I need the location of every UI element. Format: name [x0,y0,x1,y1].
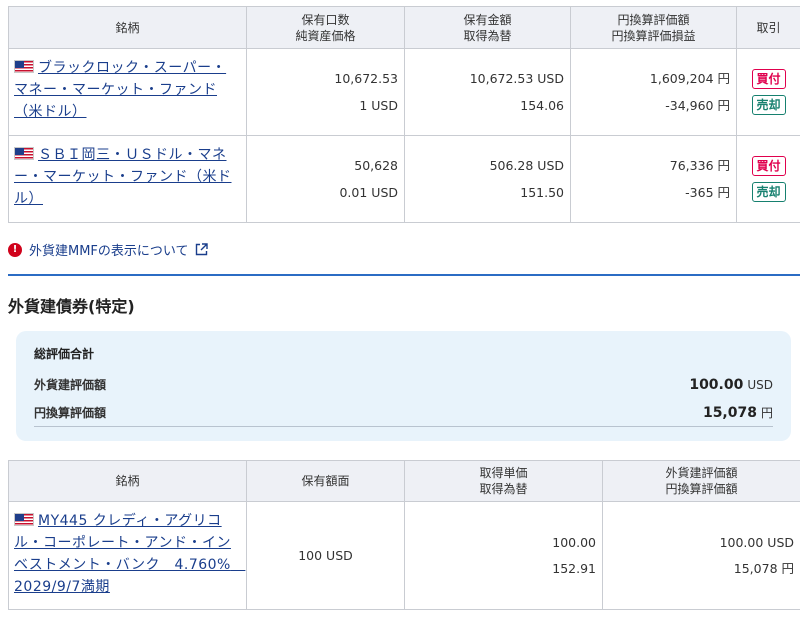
holding-amount-value: 506.28 USD [489,158,564,173]
table-header-row: 銘柄 保有口数 純資産価格 保有金額 取得為替 円換算評価額 円換算評価損益 取… [8,6,800,49]
jpy-cell: 1,609,204 円 -34,960 円 [570,48,737,136]
bond-name-link[interactable]: MY445 クレディ・アグリコル・コーポレート・アンド・インベストメント・バンク… [14,513,245,595]
section-title: 外貨建債券(特定) [8,297,135,316]
header-jpy-pl: 円換算評価損益 [611,28,696,43]
table-header-row: 銘柄 保有額面 取得単価 取得為替 外貨建評価額 円換算評価額 [8,460,800,502]
amount-cell: 10,672.53 USD 154.06 [404,48,571,136]
header-fx-rate: 取得為替 [463,28,512,43]
us-flag-icon [14,60,34,73]
header-face-amount: 保有額面 [246,460,405,502]
jpy-total-value: 15,078 [702,405,757,421]
jpy-pl-value: -365 円 [685,185,730,200]
header-jpy-value: 円換算評価額 [617,12,690,27]
table-row: MY445 クレディ・アグリコル・コーポレート・アンド・インベストメント・バンク… [8,501,800,610]
header-nav: 純資産価格 [295,28,356,43]
fund-name-link[interactable]: ブラックロック・スーパー・マネー・マーケット・ファンド（米ドル） [14,60,226,120]
us-flag-icon [14,147,34,160]
header-foreign-value: 外貨建評価額 [665,466,738,480]
header-jpy-value: 円換算評価額 [665,482,738,496]
sell-button[interactable]: 売却 [751,182,786,202]
header-name: 銘柄 [8,6,247,49]
header-holding-amount: 保有金額 [463,12,512,27]
jpy-value-label: 円換算評価額 [34,406,107,420]
jpy-pl-value: -34,960 円 [665,98,730,113]
header-amount-fx: 保有金額 取得為替 [404,6,571,49]
summary-row-foreign: 外貨建評価額 100.00 USD [34,371,773,399]
holding-amount-value: 10,672.53 USD [469,71,564,86]
section-divider [8,274,800,276]
summary-title: 総評価合計 [34,347,95,361]
header-unit-price: 取得単価 [479,466,528,480]
mmf-display-notice[interactable]: ! 外貨建MMFの表示について [8,240,208,259]
units-cell: 50,628 0.01 USD [246,135,405,223]
fund-name-cell: ブラックロック・スーパー・マネー・マーケット・ファンド（米ドル） [8,48,247,136]
alert-icon: ! [8,242,22,257]
valuation-summary: 総評価合計 外貨建評価額 100.00 USD 円換算評価額 15,078 円 [16,331,791,441]
notice-link[interactable]: 外貨建MMFの表示について [29,240,189,259]
foreign-value: 100.00 USD [719,534,794,550]
header-jpy: 円換算評価額 円換算評価損益 [570,6,737,49]
unit-price-value: 100.00 [552,534,596,550]
jpy-value: 15,078 円 [733,560,794,576]
header-units: 保有口数 [301,12,350,27]
jpy-value: 76,336 円 [669,158,730,173]
summary-row-jpy: 円換算評価額 15,078 円 [34,399,773,427]
trade-cell: 買付 売却 [736,135,800,223]
jpy-unit: 円 [760,406,773,420]
mmf-holdings-table: 銘柄 保有口数 純資産価格 保有金額 取得為替 円換算評価額 円換算評価損益 取… [8,6,800,223]
face-amount-cell: 100 USD [246,501,405,610]
bond-name-cell: MY445 クレディ・アグリコル・コーポレート・アンド・インベストメント・バンク… [8,501,247,610]
external-link-icon[interactable] [195,243,208,256]
fund-name-cell: ＳＢＩ岡三・ＵＳドル・マネー・マーケット・ファンド（米ドル） [8,135,247,223]
header-name: 銘柄 [8,460,247,502]
buy-button[interactable]: 買付 [751,69,786,89]
table-row: ブラックロック・スーパー・マネー・マーケット・ファンド（米ドル） 10,672.… [8,48,800,136]
fx-rate-value: 151.50 [520,185,564,200]
header-units-nav: 保有口数 純資産価格 [246,6,405,49]
us-flag-icon [14,513,34,526]
price-cell: 100.00 152.91 [404,501,603,610]
fund-name-link[interactable]: ＳＢＩ岡三・ＵＳドル・マネー・マーケット・ファンド（米ドル） [14,147,232,207]
header-trade: 取引 [736,6,800,49]
amount-cell: 506.28 USD 151.50 [404,135,571,223]
buy-button[interactable]: 買付 [751,156,786,176]
units-value: 50,628 [354,158,398,173]
bond-holdings-table: 銘柄 保有額面 取得単価 取得為替 外貨建評価額 円換算評価額 MY445 クレ… [8,460,800,610]
table-row: ＳＢＩ岡三・ＵＳドル・マネー・マーケット・ファンド（米ドル） 50,628 0.… [8,135,800,223]
foreign-value: 100.00 [689,377,744,393]
header-fx-rate: 取得為替 [479,482,528,496]
jpy-cell: 76,336 円 -365 円 [570,135,737,223]
sell-button[interactable]: 売却 [751,95,786,115]
face-amount-value: 100 USD [298,548,353,563]
nav-value: 1 USD [359,98,398,113]
foreign-unit: USD [747,378,773,392]
nav-value: 0.01 USD [339,185,398,200]
header-price-fx: 取得単価 取得為替 [404,460,603,502]
units-cell: 10,672.53 1 USD [246,48,405,136]
jpy-value: 1,609,204 円 [649,71,730,86]
units-value: 10,672.53 [334,71,398,86]
valuation-cell: 100.00 USD 15,078 円 [602,501,800,610]
trade-cell: 買付 売却 [736,48,800,136]
fx-rate-value: 154.06 [520,98,564,113]
foreign-value-label: 外貨建評価額 [34,378,107,392]
fx-rate-value: 152.91 [552,560,596,576]
header-valuation: 外貨建評価額 円換算評価額 [602,460,800,502]
